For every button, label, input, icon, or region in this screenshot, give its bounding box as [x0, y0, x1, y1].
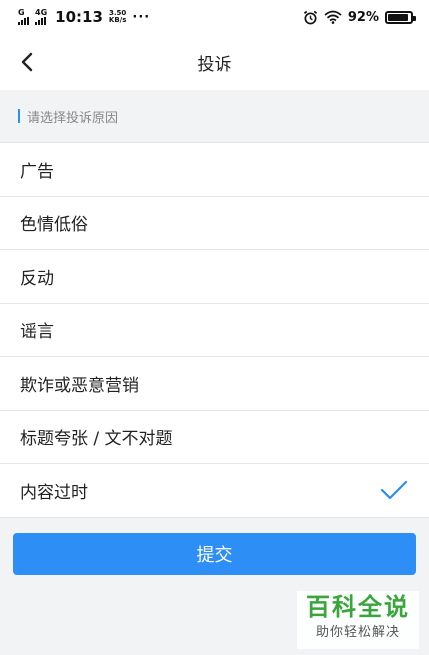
- reason-item-fraud[interactable]: 欺诈或恶意营销: [0, 357, 429, 411]
- wifi-icon: [324, 10, 342, 24]
- watermark-title: 百科全说: [306, 593, 410, 621]
- signal-strength-1: G: [18, 9, 29, 25]
- reason-item-ad[interactable]: 广告: [0, 143, 429, 197]
- reason-item-outdated[interactable]: 内容过时: [0, 464, 429, 518]
- reason-item-clickbait[interactable]: 标题夸张 / 文不对题: [0, 411, 429, 464]
- watermark-logo: 百科全说 助你轻松解决: [297, 591, 419, 649]
- more-notifications: ···: [132, 9, 151, 25]
- signal-strength-2: 4G: [35, 9, 47, 25]
- reason-label: 标题夸张 / 文不对题: [20, 429, 173, 450]
- reason-label: 广告: [20, 161, 54, 182]
- battery-percent: 92%: [347, 9, 379, 25]
- battery-fill: [388, 13, 409, 21]
- reason-item-vulgar[interactable]: 色情低俗: [0, 197, 429, 250]
- header: 投诉: [0, 34, 429, 90]
- submit-area: 提交: [0, 518, 429, 575]
- signal-bars-icon: [35, 17, 46, 25]
- checkmark-icon: [380, 481, 408, 500]
- battery-icon: [385, 10, 416, 24]
- clock-time: 10:13: [55, 8, 103, 26]
- reason-list: 广告 色情低俗 反动 谣言 欺诈或恶意营销 标题夸张 / 文不对题 内容过时: [0, 142, 429, 518]
- section-label: 请选择投诉原因: [27, 110, 119, 126]
- watermark-subtitle: 助你轻松解决: [315, 625, 400, 640]
- network-top-label: G: [18, 8, 25, 17]
- signal-bars-icon: [18, 17, 29, 25]
- reason-label: 内容过时: [20, 482, 88, 503]
- reason-item-rumor[interactable]: 谣言: [0, 304, 429, 357]
- status-right: 92%: [303, 9, 416, 25]
- chevron-left-icon[interactable]: [14, 48, 42, 76]
- page-title: 投诉: [197, 54, 232, 75]
- network-type-label: 4G: [35, 8, 48, 17]
- submit-button[interactable]: 提交: [13, 532, 416, 575]
- network-speed: 3.50 KB/s: [109, 10, 126, 24]
- section-accent-bar: [18, 109, 20, 123]
- status-left: G 4G 10:13 3.50 KB/s ···: [18, 8, 150, 26]
- reason-label: 反动: [20, 268, 54, 289]
- reason-label: 色情低俗: [20, 215, 88, 236]
- section-header: 请选择投诉原因: [0, 90, 429, 142]
- alarm-clock-icon: [303, 10, 317, 24]
- status-bar: G 4G 10:13 3.50 KB/s ··· 92%: [0, 0, 429, 34]
- reason-label: 谣言: [20, 322, 54, 343]
- reason-label: 欺诈或恶意营销: [20, 375, 139, 396]
- reason-item-reactionary[interactable]: 反动: [0, 250, 429, 304]
- speed-unit: KB/s: [108, 16, 127, 24]
